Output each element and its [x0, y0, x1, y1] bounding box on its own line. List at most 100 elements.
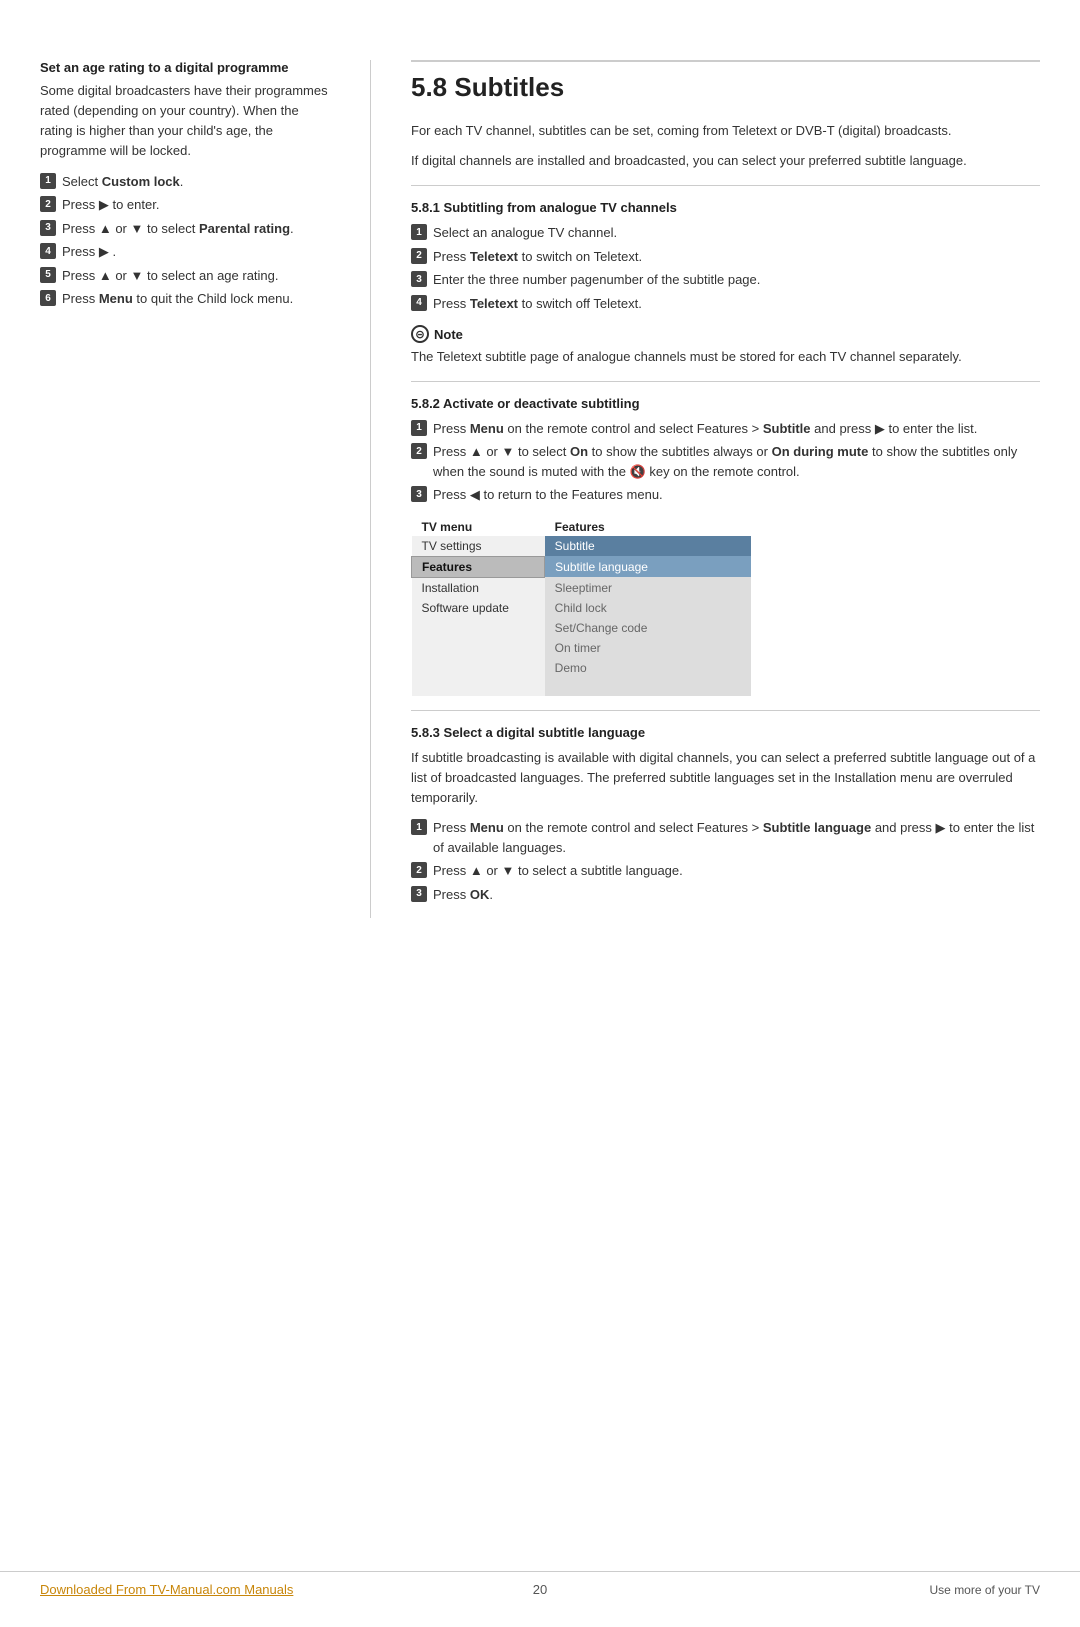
- main-title: 5.8 Subtitles: [411, 72, 1040, 103]
- step-581-2-text: Press Teletext to switch on Teletext.: [433, 247, 642, 267]
- left-step-2-text: Press ▶ to enter.: [62, 195, 159, 215]
- mute-icon: 🔇: [630, 462, 646, 482]
- step-583-2: 2 Press ▲ or ▼ to select a subtitle lang…: [411, 861, 1040, 881]
- step-583-3: 3 Press OK.: [411, 885, 1040, 905]
- left-step-2: 2 Press ▶ to enter.: [40, 195, 330, 215]
- step-581-num-4: 4: [411, 295, 427, 311]
- left-step-1-text: Select Custom lock.: [62, 172, 183, 192]
- table-cell-tv-settings: TV settings: [412, 536, 545, 557]
- left-step-5-text: Press ▲ or ▼ to select an age rating.: [62, 266, 279, 286]
- step-582-num-3: 3: [411, 486, 427, 502]
- note-block: ⊝ Note The Teletext subtitle page of ana…: [411, 325, 1040, 367]
- step-num-4: 4: [40, 243, 56, 259]
- left-intro: Some digital broadcasters have their pro…: [40, 81, 330, 162]
- step-581-1: 1 Select an analogue TV channel.: [411, 223, 1040, 243]
- table-cell-on-timer: On timer: [545, 638, 751, 658]
- subsection-583-intro: If subtitle broadcasting is available wi…: [411, 748, 1040, 808]
- table-row-3: Installation Sleeptimer: [412, 577, 751, 598]
- step-583-num-3: 3: [411, 886, 427, 902]
- note-label: Note: [434, 327, 463, 342]
- table-cell-empty-5: [545, 678, 751, 696]
- step-581-num-3: 3: [411, 271, 427, 287]
- step-num-2: 2: [40, 196, 56, 212]
- subsection-581-title: 5.8.1 Subtitling from analogue TV channe…: [411, 200, 1040, 215]
- footer-right-text: Use more of your TV: [930, 1583, 1040, 1597]
- table-header-left: TV menu: [412, 517, 545, 536]
- left-steps: 1 Select Custom lock. 2 Press ▶ to enter…: [40, 172, 330, 309]
- step-582-1-text: Press Menu on the remote control and sel…: [433, 419, 977, 439]
- left-step-5: 5 Press ▲ or ▼ to select an age rating.: [40, 266, 330, 286]
- page-number: 20: [533, 1582, 547, 1597]
- table-cell-demo: Demo: [545, 658, 751, 678]
- note-text: The Teletext subtitle page of analogue c…: [411, 347, 1040, 367]
- note-heading: ⊝ Note: [411, 325, 1040, 343]
- step-583-num-1: 1: [411, 819, 427, 835]
- table-row-6: On timer: [412, 638, 751, 658]
- table-cell-child-lock: Child lock: [545, 598, 751, 618]
- right-column: 5.8 Subtitles For each TV channel, subti…: [370, 60, 1040, 918]
- step-581-1-text: Select an analogue TV channel.: [433, 223, 617, 243]
- steps-581: 1 Select an analogue TV channel. 2 Press…: [411, 223, 1040, 313]
- step-num-3: 3: [40, 220, 56, 236]
- subsection-582-title: 5.8.2 Activate or deactivate subtitling: [411, 396, 1040, 411]
- table-row-4: Software update Child lock: [412, 598, 751, 618]
- left-step-4: 4 Press ▶ .: [40, 242, 330, 262]
- step-583-3-text: Press OK.: [433, 885, 493, 905]
- right-intro-2: If digital channels are installed and br…: [411, 151, 1040, 171]
- footer-link[interactable]: Downloaded From TV-Manual.com Manuals: [40, 1582, 293, 1597]
- table-cell-subtitle: Subtitle: [545, 536, 751, 557]
- step-num-1: 1: [40, 173, 56, 189]
- table-row-7: Demo: [412, 658, 751, 678]
- table-cell-empty-4: [412, 678, 545, 696]
- table-cell-sleeptimer: Sleeptimer: [545, 577, 751, 598]
- table-cell-subtitle-language: Subtitle language: [545, 556, 751, 577]
- table-cell-set-change: Set/Change code: [545, 618, 751, 638]
- steps-582: 1 Press Menu on the remote control and s…: [411, 419, 1040, 505]
- subsection-581: 5.8.1 Subtitling from analogue TV channe…: [411, 185, 1040, 367]
- left-step-6: 6 Press Menu to quit the Child lock menu…: [40, 289, 330, 309]
- step-583-1-text: Press Menu on the remote control and sel…: [433, 818, 1040, 857]
- step-582-2: 2 Press ▲ or ▼ to select On to show the …: [411, 442, 1040, 481]
- step-581-num-1: 1: [411, 224, 427, 240]
- right-intro-1: For each TV channel, subtitles can be se…: [411, 121, 1040, 141]
- step-581-4-text: Press Teletext to switch off Teletext.: [433, 294, 642, 314]
- left-step-4-text: Press ▶ .: [62, 242, 116, 262]
- step-num-6: 6: [40, 290, 56, 306]
- step-581-4: 4 Press Teletext to switch off Teletext.: [411, 294, 1040, 314]
- table-header-right: Features: [545, 517, 751, 536]
- step-581-2: 2 Press Teletext to switch on Teletext.: [411, 247, 1040, 267]
- table-row-8: [412, 678, 751, 696]
- left-heading: Set an age rating to a digital programme: [40, 60, 330, 75]
- table-cell-empty-1: [412, 618, 545, 638]
- table-cell-software-update: Software update: [412, 598, 545, 618]
- step-num-5: 5: [40, 267, 56, 283]
- step-581-3-text: Enter the three number pagenumber of the…: [433, 270, 760, 290]
- left-step-6-text: Press Menu to quit the Child lock menu.: [62, 289, 293, 309]
- step-582-2-text: Press ▲ or ▼ to select On to show the su…: [433, 442, 1040, 481]
- step-582-3: 3 Press ◀ to return to the Features menu…: [411, 485, 1040, 505]
- left-step-3: 3 Press ▲ or ▼ to select Parental rating…: [40, 219, 330, 239]
- step-583-num-2: 2: [411, 862, 427, 878]
- step-583-2-text: Press ▲ or ▼ to select a subtitle langua…: [433, 861, 683, 881]
- step-582-num-2: 2: [411, 443, 427, 459]
- step-582-3-text: Press ◀ to return to the Features menu.: [433, 485, 663, 505]
- table-row-5: Set/Change code: [412, 618, 751, 638]
- subsection-582: 5.8.2 Activate or deactivate subtitling …: [411, 381, 1040, 696]
- left-column: Set an age rating to a digital programme…: [40, 60, 330, 918]
- subsection-583-title: 5.8.3 Select a digital subtitle language: [411, 725, 1040, 740]
- table-cell-empty-3: [412, 658, 545, 678]
- table-row-1: TV settings Subtitle: [412, 536, 751, 557]
- steps-583: 1 Press Menu on the remote control and s…: [411, 818, 1040, 904]
- table-cell-empty-2: [412, 638, 545, 658]
- left-step-3-text: Press ▲ or ▼ to select Parental rating.: [62, 219, 294, 239]
- table-header-row: TV menu Features: [412, 517, 751, 536]
- step-582-1: 1 Press Menu on the remote control and s…: [411, 419, 1040, 439]
- subsection-583: 5.8.3 Select a digital subtitle language…: [411, 710, 1040, 904]
- table-cell-installation: Installation: [412, 577, 545, 598]
- step-581-num-2: 2: [411, 248, 427, 264]
- left-step-1: 1 Select Custom lock.: [40, 172, 330, 192]
- step-581-3: 3 Enter the three number pagenumber of t…: [411, 270, 1040, 290]
- step-583-1: 1 Press Menu on the remote control and s…: [411, 818, 1040, 857]
- table-row-2: Features Subtitle language: [412, 556, 751, 577]
- table-cell-features: Features: [412, 556, 545, 577]
